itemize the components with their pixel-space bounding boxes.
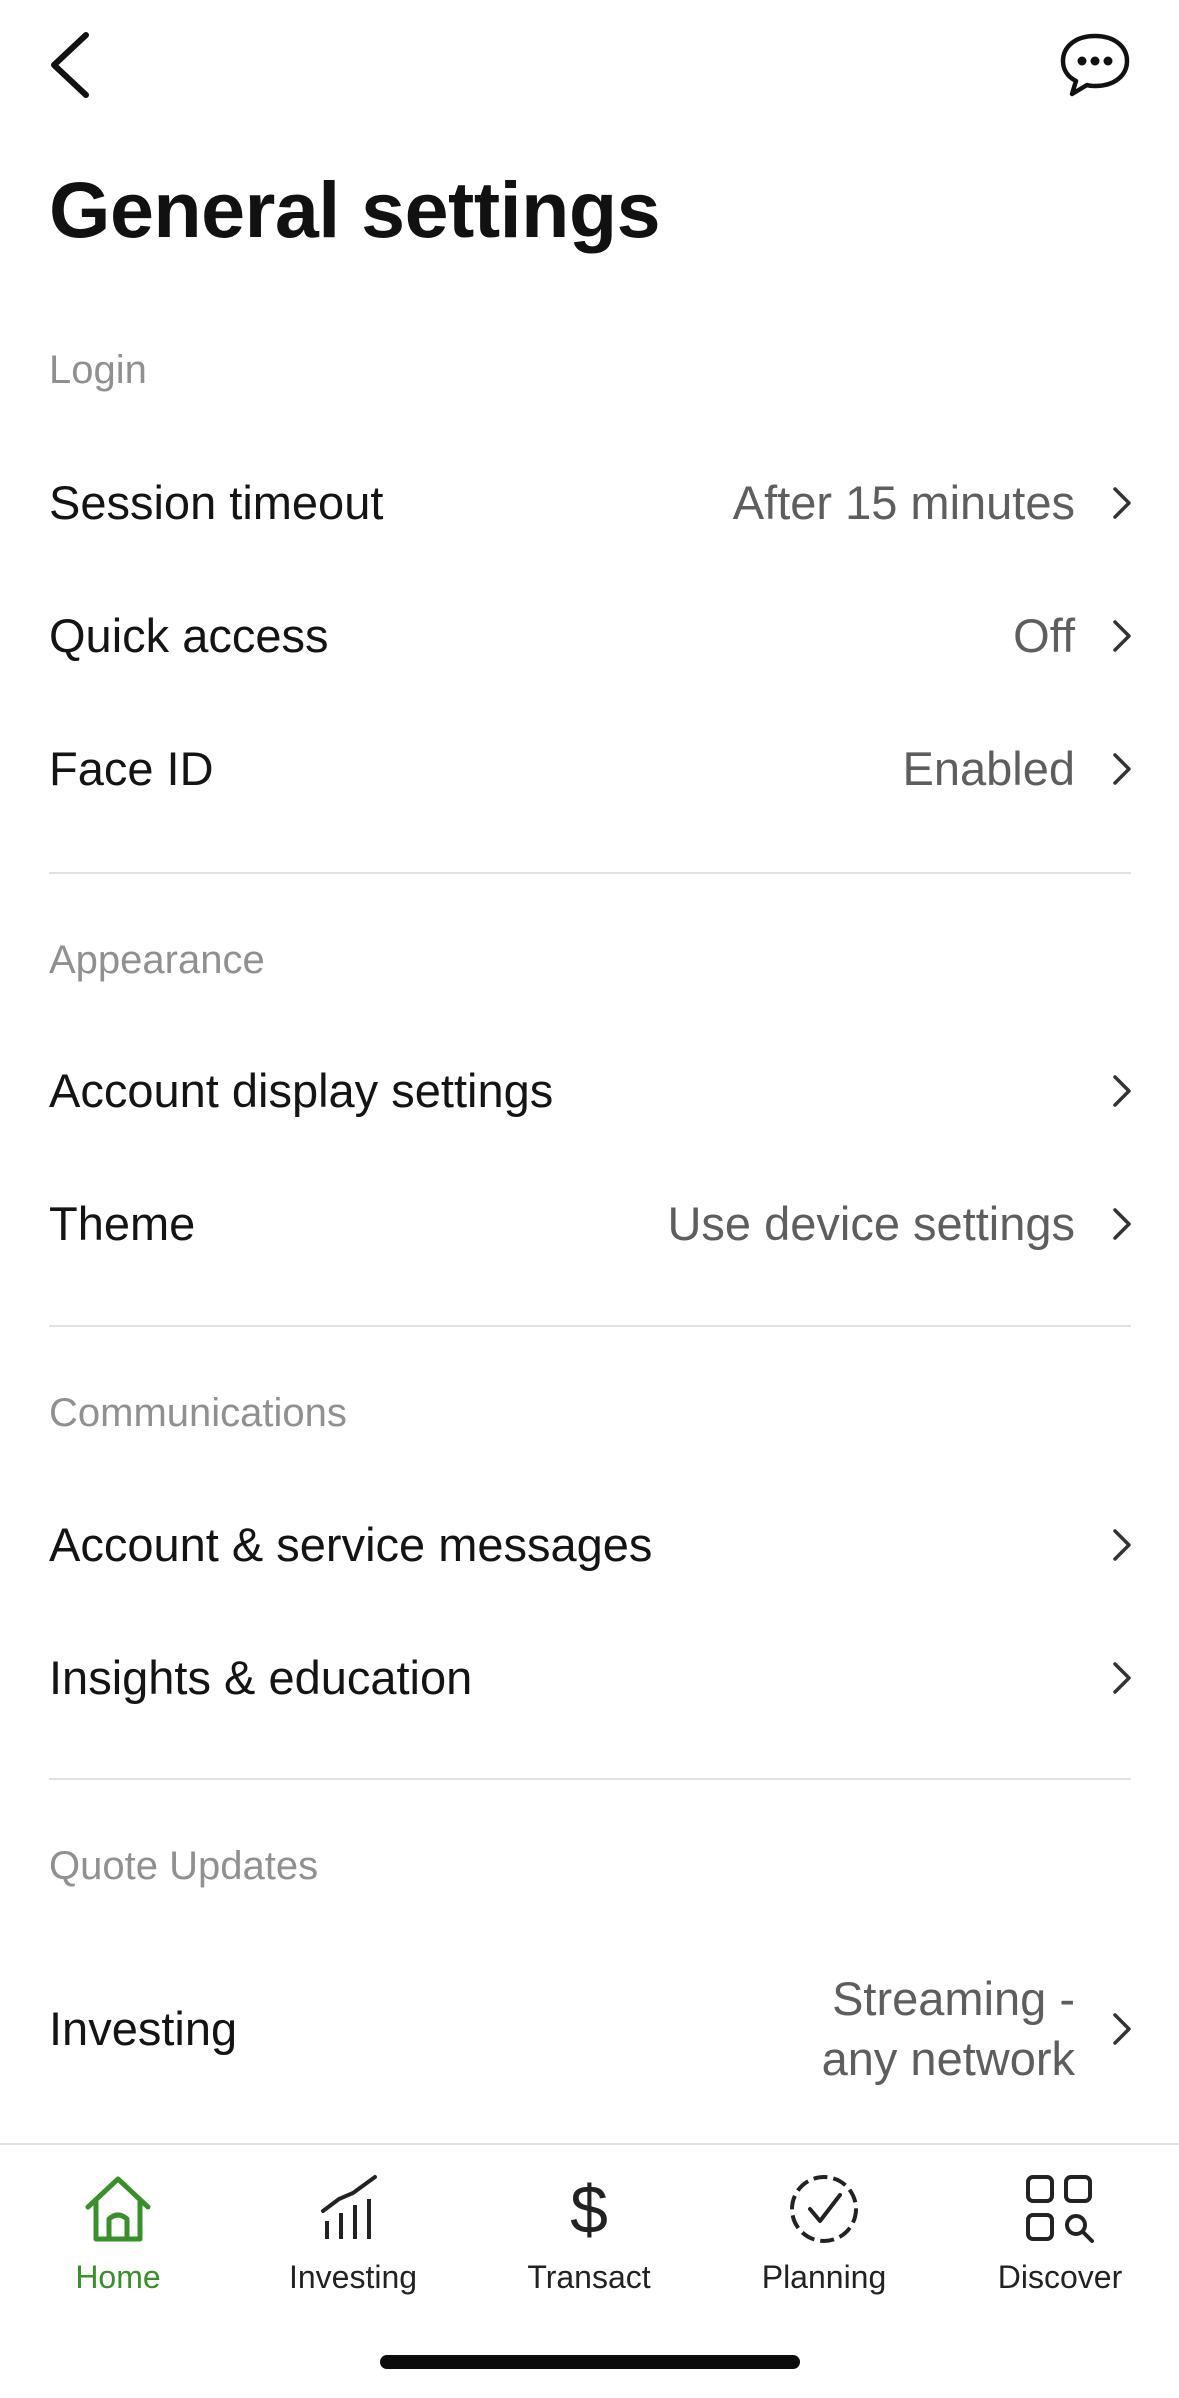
chevron-left-icon	[51, 32, 89, 98]
top-bar	[0, 0, 1179, 140]
row-value-line: Streaming -	[832, 1972, 1075, 2025]
row-label: Theme	[49, 1197, 196, 1250]
back-button[interactable]	[40, 25, 100, 105]
chevron-right-icon	[1113, 620, 1131, 652]
section-divider	[49, 1325, 1131, 1327]
tab-investing[interactable]: Investing	[253, 2169, 453, 2319]
row-value: Off	[1013, 609, 1075, 662]
chevron-right-icon	[1113, 487, 1131, 519]
section-heading-quote-updates: Quote Updates	[49, 1844, 319, 1888]
row-account-display-settings[interactable]: Account display settings	[0, 1025, 1179, 1157]
row-value: After 15 minutes	[732, 476, 1075, 529]
row-value: Use device settings	[667, 1197, 1075, 1250]
chat-button[interactable]	[1055, 30, 1135, 100]
tab-label: Discover	[997, 2259, 1123, 2295]
section-divider	[49, 1778, 1131, 1780]
section-heading-login: Login	[49, 348, 147, 392]
row-face-id[interactable]: Face ID Enabled	[0, 703, 1179, 835]
page-title: General settings	[49, 165, 661, 254]
grid-search-icon	[1026, 2175, 1094, 2243]
row-quick-access[interactable]: Quick access Off	[0, 570, 1179, 702]
row-label: Insights & education	[49, 1651, 473, 1704]
row-investing-quotes[interactable]: Investing Streaming - any network	[0, 1963, 1179, 2095]
chat-bubble-icon	[1060, 33, 1130, 97]
row-label: Account display settings	[49, 1064, 554, 1117]
section-divider	[49, 872, 1131, 874]
chevron-right-icon	[1113, 753, 1131, 785]
row-label: Account & service messages	[49, 1518, 653, 1571]
row-label: Quick access	[49, 609, 329, 662]
dollar-icon: $	[570, 2172, 608, 2248]
bar-chart-icon	[321, 2175, 377, 2239]
row-session-timeout[interactable]: Session timeout After 15 minutes	[0, 437, 1179, 569]
row-label: Face ID	[49, 742, 214, 795]
tab-transact[interactable]: $ Transact	[489, 2169, 689, 2319]
chevron-right-icon	[1113, 1662, 1131, 1694]
row-insights-education[interactable]: Insights & education	[0, 1612, 1179, 1744]
row-account-service-messages[interactable]: Account & service messages	[0, 1479, 1179, 1611]
tab-home[interactable]: Home	[18, 2169, 218, 2319]
row-label: Session timeout	[49, 476, 384, 529]
tab-label: Home	[75, 2259, 161, 2295]
tab-label: Investing	[288, 2259, 418, 2295]
row-value-line: any network	[821, 2032, 1075, 2085]
home-indicator	[380, 2355, 800, 2369]
section-heading-communications: Communications	[49, 1391, 347, 1435]
chevron-right-icon	[1113, 1529, 1131, 1561]
chevron-right-icon	[1113, 2013, 1131, 2045]
dashed-check-circle-icon	[790, 2175, 858, 2243]
chevron-right-icon	[1113, 1075, 1131, 1107]
chevron-right-icon	[1113, 1208, 1131, 1240]
tab-label: Transact	[527, 2259, 651, 2295]
section-heading-appearance: Appearance	[49, 938, 265, 982]
row-value: Enabled	[902, 742, 1076, 795]
home-icon	[85, 2176, 151, 2242]
tab-planning[interactable]: Planning	[724, 2169, 924, 2319]
tab-discover[interactable]: Discover	[960, 2169, 1160, 2319]
row-label: Investing	[49, 2002, 238, 2055]
row-theme[interactable]: Theme Use device settings	[0, 1158, 1179, 1290]
tab-label: Planning	[761, 2259, 887, 2295]
svg-text:$: $	[570, 2172, 608, 2248]
row-value: Streaming - any network	[822, 1969, 1075, 2089]
